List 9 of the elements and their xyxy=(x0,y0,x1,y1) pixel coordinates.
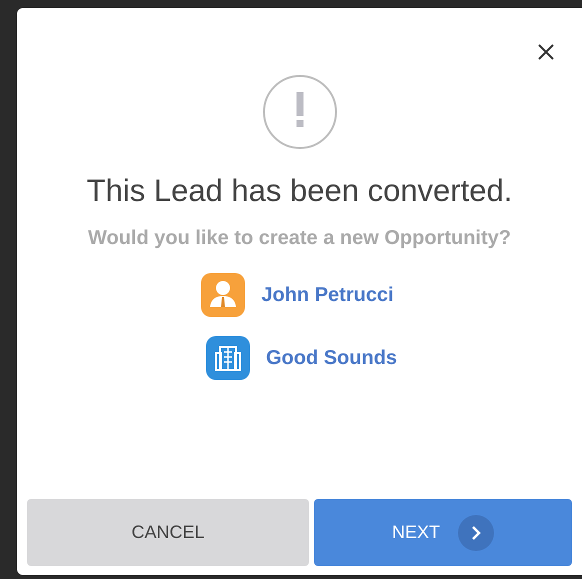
dialog-message: Would you like to create a new Opportunity? xyxy=(86,226,512,250)
chevron-icon xyxy=(458,514,494,550)
close-icon[interactable] xyxy=(536,42,556,62)
exclamation-icon xyxy=(262,74,338,150)
record-link[interactable]: Good Sounds xyxy=(266,342,398,372)
next-button[interactable]: NEXT xyxy=(314,499,572,566)
cancel-button[interactable]: CANCEL xyxy=(27,499,309,566)
dialog-title: This Lead has been converted. xyxy=(86,172,514,210)
record-link[interactable]: John Petrucci xyxy=(261,280,394,310)
